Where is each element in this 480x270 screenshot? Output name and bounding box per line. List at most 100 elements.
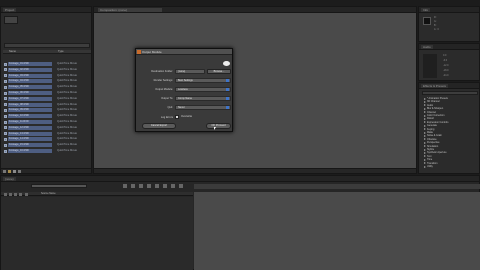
- draft-3d-icon[interactable]: [123, 184, 127, 188]
- output-to-select[interactable]: Comp Name: [175, 96, 231, 101]
- log-errors-label: Log Errors: [160, 116, 173, 119]
- project-file-row[interactable]: Footage_05.R3D QuickTime Movie: [4, 85, 86, 90]
- timeline-search-input[interactable]: [31, 184, 87, 188]
- file-name: Footage_11.R3D: [8, 120, 52, 124]
- cancel-button[interactable]: Cancel Export: [142, 123, 176, 129]
- trash-icon[interactable]: [18, 170, 21, 173]
- output-to-label: Output To:: [161, 97, 173, 100]
- file-name: Footage_16.R3D: [8, 149, 52, 153]
- project-file-row[interactable]: Footage_04.R3D QuickTime Movie: [4, 79, 86, 84]
- tab-effects-presets[interactable]: Effects & Presets: [421, 84, 448, 88]
- project-column-headers: Name Type: [3, 50, 91, 54]
- disclosure-triangle-icon[interactable]: [424, 141, 426, 144]
- audio-level-4: -24.0: [443, 74, 449, 77]
- output-module-value: Lossless: [178, 88, 188, 91]
- footage-file-icon: [4, 120, 7, 124]
- disclosure-triangle-icon[interactable]: [424, 162, 426, 165]
- project-file-row[interactable]: Footage_13.R3D QuickTime Movie: [4, 131, 86, 136]
- new-folder-icon[interactable]: [8, 170, 11, 173]
- project-file-row[interactable]: Footage_07.R3D QuickTime Movie: [4, 96, 86, 101]
- auto-keyframe-icon[interactable]: [171, 184, 175, 188]
- chevron-down-icon: [226, 106, 229, 109]
- motion-blur-icon[interactable]: [147, 184, 151, 188]
- disclosure-triangle-icon[interactable]: [424, 145, 426, 148]
- chevron-down-icon: [226, 88, 229, 91]
- column-name-header[interactable]: Name: [9, 50, 16, 54]
- disclosure-triangle-icon[interactable]: [424, 151, 426, 154]
- hide-shy-layers-icon[interactable]: [131, 184, 135, 188]
- help-icon[interactable]: [223, 61, 230, 66]
- comp-flowchart-icon[interactable]: [179, 184, 183, 188]
- file-type: QuickTime Movie: [57, 85, 77, 89]
- footage-file-icon: [4, 126, 7, 130]
- disclosure-triangle-icon[interactable]: [424, 155, 426, 158]
- browse-button[interactable]: Browse...: [207, 69, 231, 74]
- timeline-panel: (none) Source Name: [0, 175, 480, 270]
- tab-project[interactable]: Project: [3, 8, 17, 12]
- project-file-row[interactable]: Footage_08.R3D QuickTime Movie: [4, 102, 86, 107]
- disclosure-triangle-icon[interactable]: [424, 134, 426, 137]
- project-file-row[interactable]: Footage_15.R3D QuickTime Movie: [4, 143, 86, 148]
- disclosure-triangle-icon[interactable]: [424, 111, 426, 114]
- file-type: QuickTime Movie: [57, 67, 77, 71]
- destination-folder-field[interactable]: (none): [175, 69, 205, 74]
- graph-editor-icon[interactable]: [155, 184, 159, 188]
- disclosure-triangle-icon[interactable]: [424, 100, 426, 103]
- disclosure-triangle-icon[interactable]: [424, 138, 426, 141]
- disclosure-triangle-icon[interactable]: [424, 165, 426, 168]
- output-module-select[interactable]: Lossless: [175, 87, 231, 92]
- interpret-footage-icon[interactable]: [3, 170, 6, 173]
- composition-toolbar: [94, 168, 416, 173]
- disclosure-triangle-icon[interactable]: [424, 114, 426, 117]
- footage-file-icon: [4, 149, 7, 153]
- effects-tabbar: Effects & Presets: [419, 83, 479, 89]
- source-name-header[interactable]: Source Name: [41, 192, 56, 196]
- project-file-row[interactable]: Footage_14.R3D QuickTime Movie: [4, 137, 86, 142]
- file-type: QuickTime Movie: [57, 102, 77, 106]
- disclosure-triangle-icon[interactable]: [424, 131, 426, 134]
- render-settings-label: Render Settings:: [153, 79, 173, 82]
- project-file-row[interactable]: Footage_09.R3D QuickTime Movie: [4, 108, 86, 113]
- brainstorm-icon[interactable]: [163, 184, 167, 188]
- audio-level-2: -12.0: [443, 64, 449, 67]
- quit-select[interactable]: Never: [175, 105, 231, 110]
- tab-info[interactable]: Info: [421, 8, 431, 12]
- overwrite-checkbox[interactable]: [175, 115, 179, 119]
- effects-category-item[interactable]: Utility: [424, 165, 478, 168]
- info-readout-b: B :: [434, 24, 437, 27]
- project-file-row[interactable]: Footage_01.R3D QuickTime Movie: [4, 62, 86, 66]
- column-type-header[interactable]: Type: [58, 50, 64, 54]
- project-file-row[interactable]: Footage_02.R3D QuickTime Movie: [4, 67, 86, 72]
- project-search-input[interactable]: [4, 43, 90, 48]
- frame-blending-icon[interactable]: [139, 184, 143, 188]
- project-file-row[interactable]: Footage_11.R3D QuickTime Movie: [4, 120, 86, 124]
- tab-timeline[interactable]: (none): [3, 177, 16, 181]
- project-file-row[interactable]: Footage_12.R3D QuickTime Movie: [4, 125, 86, 130]
- footage-file-icon: [4, 91, 7, 95]
- file-type: QuickTime Movie: [57, 137, 77, 141]
- new-composition-icon[interactable]: [13, 170, 16, 173]
- disclosure-triangle-icon[interactable]: [424, 121, 426, 124]
- disclosure-triangle-icon[interactable]: [424, 148, 426, 151]
- footage-file-icon: [4, 68, 7, 72]
- disclosure-triangle-icon[interactable]: [424, 124, 426, 127]
- output-module-label: Output Module:: [155, 88, 173, 91]
- project-file-row[interactable]: Footage_03.R3D QuickTime Movie: [4, 73, 86, 78]
- project-file-row[interactable]: Footage_16.R3D QuickTime Movie: [4, 149, 86, 153]
- disclosure-triangle-icon[interactable]: [424, 97, 426, 100]
- tab-composition[interactable]: Composition: (none): [98, 8, 162, 12]
- timeline-ruler[interactable]: [194, 184, 480, 189]
- disclosure-triangle-icon[interactable]: [424, 128, 426, 131]
- quit-value: Never: [178, 106, 185, 109]
- tab-audio[interactable]: Audio: [421, 45, 433, 49]
- composition-tabbar: Composition: (none): [94, 7, 416, 13]
- effects-search-input[interactable]: [422, 91, 478, 95]
- ok-button[interactable]: OK Proceed: [206, 123, 231, 129]
- project-file-row[interactable]: Footage_06.R3D QuickTime Movie: [4, 91, 86, 95]
- render-settings-select[interactable]: Best Settings: [175, 78, 231, 83]
- project-file-row[interactable]: Footage_10.R3D QuickTime Movie: [4, 114, 86, 119]
- disclosure-triangle-icon[interactable]: [424, 158, 426, 161]
- disclosure-triangle-icon[interactable]: [424, 104, 426, 107]
- disclosure-triangle-icon[interactable]: [424, 107, 426, 110]
- disclosure-triangle-icon[interactable]: [424, 117, 426, 120]
